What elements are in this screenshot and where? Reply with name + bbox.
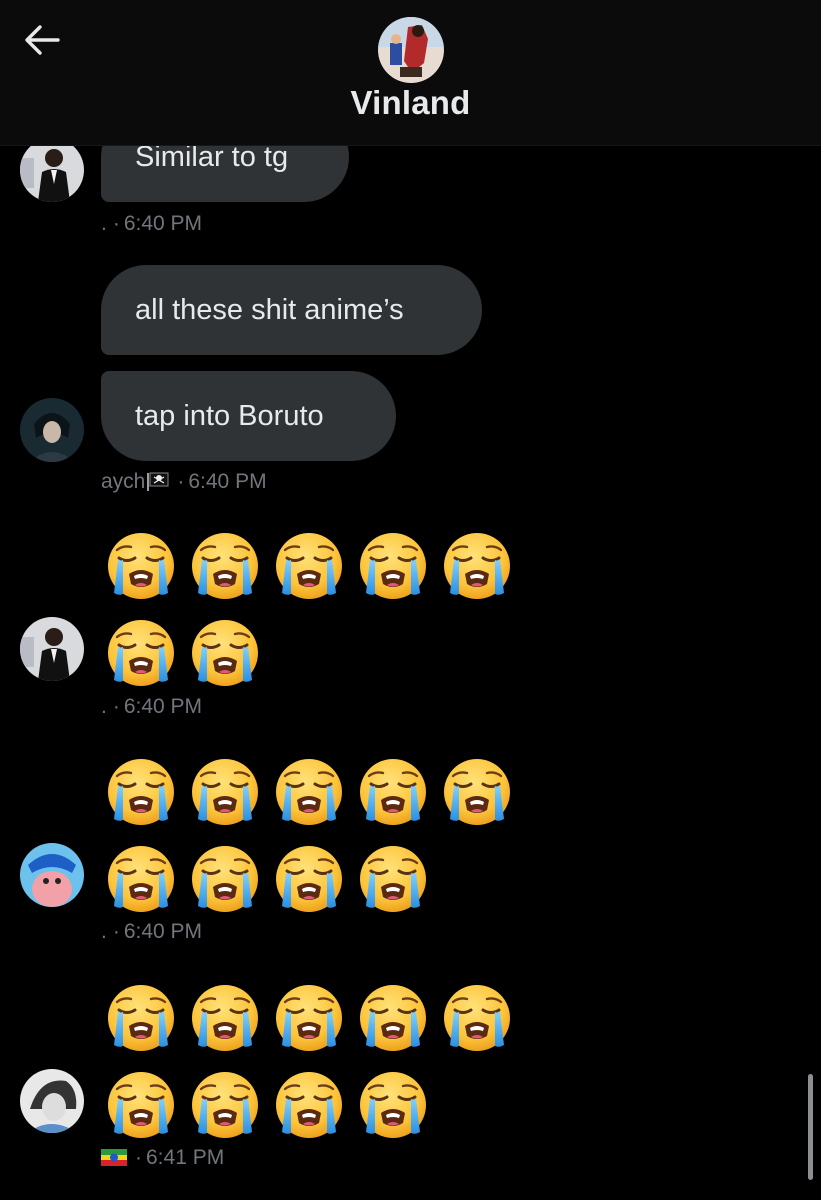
loudly-crying-face-emoji-icon: [189, 617, 261, 689]
loudly-crying-face-emoji-icon: [189, 1069, 261, 1141]
emoji-row: [105, 1069, 429, 1141]
emoji-row: [105, 982, 513, 1054]
loudly-crying-face-emoji-icon: [441, 982, 513, 1054]
loudly-crying-face-emoji-icon: [357, 843, 429, 915]
loudly-crying-face-emoji-icon: [441, 530, 513, 602]
avatar[interactable]: [20, 398, 84, 462]
sender-name[interactable]: .: [101, 695, 107, 718]
sender-name[interactable]: .: [101, 920, 107, 943]
timestamp: 6:40 PM: [123, 212, 203, 235]
conversation-title[interactable]: Vinland: [0, 84, 821, 122]
loudly-crying-face-emoji-icon: [105, 756, 177, 828]
conversation-header: Vinland: [0, 0, 821, 146]
avatar[interactable]: [20, 843, 84, 907]
scrollbar[interactable]: [808, 1074, 813, 1180]
loudly-crying-face-emoji-icon: [189, 982, 261, 1054]
loudly-crying-face-emoji-icon: [273, 982, 345, 1054]
loudly-crying-face-emoji-icon: [273, 530, 345, 602]
loudly-crying-face-emoji-icon: [105, 530, 177, 602]
timestamp: 6:40 PM: [123, 920, 203, 943]
message-bubble[interactable]: tap into Boruto: [101, 371, 396, 461]
message-text: tap into Boruto: [135, 400, 324, 432]
arrow-left-icon: [25, 25, 60, 55]
loudly-crying-face-emoji-icon: [105, 1069, 177, 1141]
message-meta: · 6:41 PM: [101, 1146, 224, 1170]
loudly-crying-face-emoji-icon: [189, 843, 261, 915]
message-feed: Similar to tg . · 6:40 PM all these shit a…: [0, 0, 821, 1200]
loudly-crying-face-emoji-icon: [273, 843, 345, 915]
ethiopia-flag-icon: [101, 1147, 127, 1167]
avatar[interactable]: [20, 138, 84, 202]
message-text: all these shit anime’s: [135, 294, 404, 326]
loudly-crying-face-emoji-icon: [273, 1069, 345, 1141]
loudly-crying-face-emoji-icon: [105, 617, 177, 689]
message-meta: . · 6:40 PM: [101, 695, 203, 718]
loudly-crying-face-emoji-icon: [441, 756, 513, 828]
timestamp: 6:40 PM: [123, 695, 203, 718]
avatar[interactable]: [20, 1069, 84, 1133]
loudly-crying-face-emoji-icon: [189, 756, 261, 828]
loudly-crying-face-emoji-icon: [357, 1069, 429, 1141]
loudly-crying-face-emoji-icon: [357, 982, 429, 1054]
loudly-crying-face-emoji-icon: [273, 756, 345, 828]
group-avatar[interactable]: [378, 17, 444, 83]
message-bubble[interactable]: all these shit anime’s: [101, 265, 482, 355]
sender-name[interactable]: aych: [101, 470, 145, 493]
back-button[interactable]: [20, 20, 64, 60]
message-meta: . · 6:40 PM: [101, 920, 203, 943]
sender-name[interactable]: .: [101, 212, 107, 235]
timestamp: 6:40 PM: [188, 470, 267, 493]
emoji-row: [105, 843, 429, 915]
emoji-row: [105, 756, 513, 828]
emoji-row: [105, 530, 513, 602]
message-meta: aych · 6:40 PM: [101, 470, 267, 493]
avatar[interactable]: [20, 617, 84, 681]
timestamp: 6:41 PM: [146, 1146, 225, 1169]
loudly-crying-face-emoji-icon: [357, 530, 429, 602]
pirate-flag-icon: [145, 471, 171, 491]
loudly-crying-face-emoji-icon: [189, 530, 261, 602]
loudly-crying-face-emoji-icon: [105, 982, 177, 1054]
emoji-row: [105, 617, 261, 689]
loudly-crying-face-emoji-icon: [357, 756, 429, 828]
message-meta: . · 6:40 PM: [101, 212, 203, 235]
loudly-crying-face-emoji-icon: [105, 843, 177, 915]
